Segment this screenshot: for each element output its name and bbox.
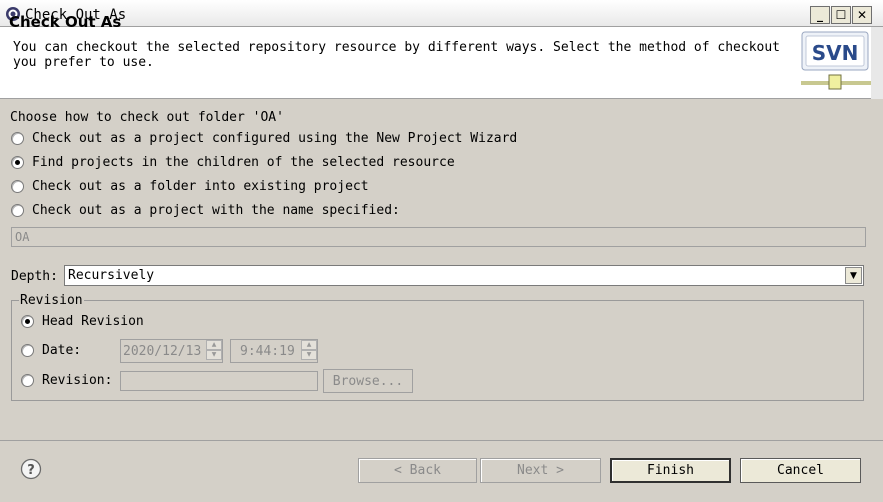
revision-number-field[interactable] [120, 371, 318, 391]
option-revision[interactable]: Revision: [21, 373, 112, 388]
radio-project-name-specified[interactable] [11, 204, 24, 217]
option-label: Check out as a project configured using … [32, 131, 518, 146]
checkout-method-label: Choose how to check out folder 'OA' [10, 110, 284, 125]
back-button[interactable]: < Back [358, 458, 477, 483]
time-spinner[interactable]: 9:44:19 ▲ ▼ [230, 339, 318, 363]
project-name-field[interactable]: OA [11, 227, 866, 247]
cancel-button[interactable]: Cancel [740, 458, 861, 483]
browse-button[interactable]: Browse... [323, 369, 413, 393]
svg-text:SVN: SVN [812, 41, 859, 65]
page-title: Check Out As [9, 13, 122, 31]
radio-revision[interactable] [21, 374, 34, 387]
finish-button[interactable]: Finish [610, 458, 731, 483]
option-find-projects[interactable]: Find projects in the children of the sel… [11, 155, 455, 170]
minimize-button[interactable]: _ [810, 6, 830, 24]
radio-new-project-wizard[interactable] [11, 132, 24, 145]
option-new-project-wizard[interactable]: Check out as a project configured using … [11, 131, 517, 146]
date-label: Date: [42, 343, 82, 358]
option-folder-existing-project[interactable]: Check out as a folder into existing proj… [11, 179, 369, 194]
svg-text:?: ? [27, 463, 35, 478]
help-icon[interactable]: ? [20, 458, 42, 480]
depth-selected-value: Recursively [68, 268, 155, 283]
date-value: 2020/12/13 [123, 344, 202, 359]
spin-down-icon[interactable]: ▼ [206, 350, 222, 360]
option-label: Check out as a project with the name spe… [32, 203, 400, 218]
option-date[interactable]: Date: [21, 343, 81, 358]
option-head-revision[interactable]: Head Revision [21, 314, 144, 329]
close-button[interactable]: ✕ [852, 6, 872, 24]
depth-select[interactable]: Recursively ▼ [64, 265, 864, 286]
time-value: 9:44:19 [240, 344, 295, 359]
revision-group-label: Revision [19, 293, 84, 308]
option-label: Check out as a folder into existing proj… [32, 179, 369, 194]
page-description: You can checkout the selected repository… [13, 40, 781, 70]
option-project-name-specified[interactable]: Check out as a project with the name spe… [11, 203, 400, 218]
depth-label: Depth: [11, 269, 58, 284]
option-label: Find projects in the children of the sel… [32, 155, 455, 170]
spin-up-icon[interactable]: ▲ [206, 340, 222, 350]
chevron-down-icon[interactable]: ▼ [845, 267, 862, 284]
header-edge [871, 27, 883, 99]
radio-head-revision[interactable] [21, 315, 34, 328]
spin-up-icon[interactable]: ▲ [301, 340, 317, 350]
svn-logo-icon: SVN [801, 31, 871, 93]
date-spinner[interactable]: 2020/12/13 ▲ ▼ [120, 339, 223, 363]
maximize-button[interactable]: ☐ [831, 6, 851, 24]
revision-label: Revision: [42, 373, 113, 388]
footer-divider [0, 440, 883, 441]
radio-find-projects[interactable] [11, 156, 24, 169]
head-revision-label: Head Revision [42, 314, 144, 329]
title-bar: Check Out As _ ☐ ✕ [0, 0, 883, 27]
spin-down-icon[interactable]: ▼ [301, 350, 317, 360]
radio-folder-existing-project[interactable] [11, 180, 24, 193]
next-button[interactable]: Next > [480, 458, 601, 483]
radio-date[interactable] [21, 344, 34, 357]
